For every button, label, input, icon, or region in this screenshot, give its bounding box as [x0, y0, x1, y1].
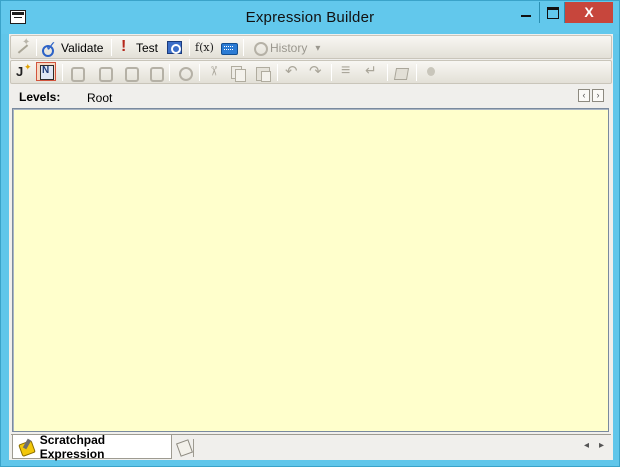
history-button[interactable]: History ▾ [251, 39, 320, 57]
monitor-button[interactable] [166, 39, 182, 57]
maximize-button[interactable] [539, 2, 565, 23]
new-tab-button[interactable] [175, 438, 195, 458]
undo-icon [284, 62, 300, 81]
note-button[interactable] [36, 61, 56, 81]
bulb-icon [423, 65, 439, 81]
step-over-button[interactable] [122, 64, 139, 82]
tab-strip: Scratchpad Expression ◂ ▸ [11, 432, 611, 461]
tab-scroll-left-icon[interactable]: ◂ [584, 440, 589, 451]
keyboard-button[interactable] [221, 39, 238, 57]
close-button[interactable]: X [565, 2, 613, 23]
box-button[interactable] [393, 64, 409, 82]
box-icon [393, 65, 409, 81]
toolbar-separator [169, 64, 170, 81]
minimize-button[interactable] [512, 2, 539, 23]
cut-button[interactable] [206, 64, 222, 82]
step-out-icon [147, 65, 164, 82]
expression-editor[interactable] [12, 108, 609, 432]
levels-next-button[interactable]: › [592, 89, 604, 102]
step-into-icon [68, 65, 85, 82]
scratchpad-icon [19, 439, 35, 455]
tab-label: Scratchpad Expression [39, 432, 106, 461]
toolbar-separator [36, 39, 37, 56]
toolbar-separator [243, 39, 244, 56]
toolbar-separator [387, 64, 388, 81]
toolbar-separator [189, 39, 190, 56]
history-icon [251, 40, 268, 56]
levels-prev-button[interactable]: ‹ [578, 89, 590, 102]
tab-scratchpad-expression[interactable]: Scratchpad Expression [12, 432, 172, 461]
exclamation-icon [117, 38, 133, 56]
wand-button[interactable] [15, 37, 31, 57]
step-into-button[interactable] [68, 64, 85, 82]
align-icon [339, 62, 355, 81]
main-toolbar: Validate Test f(x) History ▾ [10, 35, 612, 59]
toolbar-separator [62, 64, 63, 81]
insert-icon [15, 62, 32, 81]
copy-button[interactable] [230, 64, 246, 82]
note-icon [36, 61, 56, 81]
cut-icon [206, 65, 222, 81]
toolbar-separator [416, 64, 417, 81]
toolbar-separator [277, 64, 278, 81]
redo-button[interactable] [308, 62, 324, 82]
test-label: Test [136, 41, 159, 55]
bulb-button[interactable] [423, 64, 439, 82]
toolbar-separator [331, 64, 332, 81]
keyboard-icon [221, 40, 238, 56]
paste-button[interactable] [255, 64, 271, 82]
close-icon: X [584, 4, 594, 20]
monitor-icon [166, 40, 182, 56]
step-out-button[interactable] [147, 64, 164, 82]
levels-label: Levels: [19, 90, 61, 104]
client-area: Validate Test f(x) History ▾ [9, 34, 613, 461]
step-button[interactable] [96, 64, 113, 82]
edit-toolbar [10, 60, 612, 84]
step-icon [96, 65, 113, 82]
title-bar[interactable]: Expression Builder X [1, 1, 619, 34]
wand-icon [15, 37, 31, 56]
function-button[interactable]: f(x) [195, 39, 215, 57]
wrap-icon [363, 62, 379, 81]
find-button[interactable] [176, 64, 193, 82]
function-icon: f(x) [195, 41, 214, 54]
step-over-icon [122, 65, 139, 82]
tab-scroll-right-icon[interactable]: ▸ [599, 440, 604, 451]
validate-icon [42, 38, 58, 57]
history-dropdown-icon[interactable]: ▾ [315, 43, 320, 54]
paste-icon [255, 65, 271, 82]
wrap-button[interactable] [363, 62, 379, 82]
levels-value: Root [87, 91, 113, 105]
validate-button[interactable]: Validate [42, 38, 104, 57]
test-button[interactable]: Test [117, 38, 159, 57]
expression-builder-window: Expression Builder X Validate Test [0, 0, 620, 467]
validate-label: Validate [61, 41, 104, 55]
align-button[interactable] [339, 62, 355, 82]
undo-button[interactable] [284, 62, 300, 82]
insert-button[interactable] [15, 62, 32, 82]
history-label: History [270, 41, 308, 55]
toolbar-separator [199, 64, 200, 81]
find-icon [176, 65, 193, 81]
redo-icon [308, 62, 324, 81]
toolbar-separator [111, 39, 112, 56]
copy-icon [230, 65, 246, 82]
